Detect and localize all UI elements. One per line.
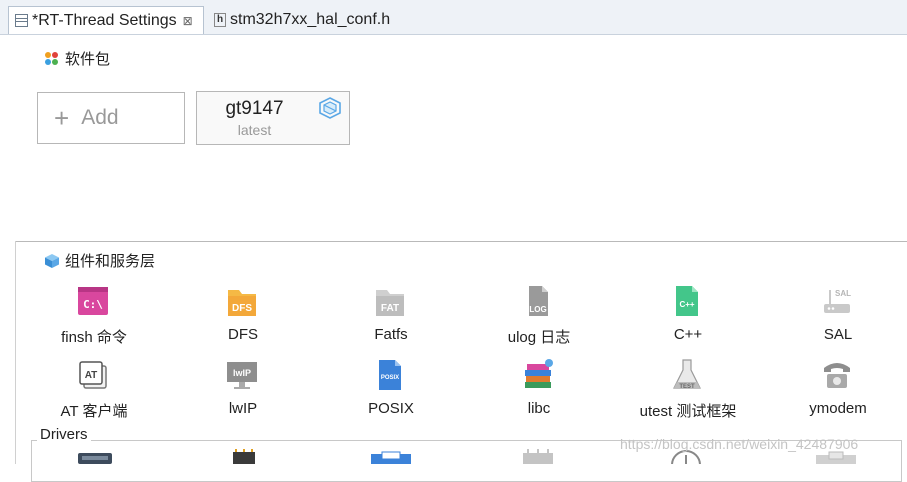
at-client-icon: AT: [79, 361, 107, 389]
component-label: lwIP: [228, 400, 258, 417]
components-title: 组件和服务层: [65, 253, 156, 270]
component-fatfs[interactable]: FAT Fatfs: [316, 280, 466, 350]
settings-file-icon: [15, 14, 28, 27]
component-dfs[interactable]: DFS DFS: [168, 280, 318, 350]
component-label: AT 客户端: [60, 403, 128, 420]
finsh-terminal-icon: C:\: [78, 287, 108, 315]
cpp-file-icon: C++: [676, 286, 698, 316]
tab-rt-thread-settings[interactable]: *RT-Thread Settings ⊠: [8, 6, 204, 34]
components-section-title: 组件和服务层: [45, 250, 155, 271]
component-label: Fatfs: [374, 326, 408, 343]
packages-title: 软件包: [65, 51, 111, 68]
component-utest[interactable]: TEST utest 测试框架: [613, 354, 763, 424]
sal-router-icon: SAL: [824, 289, 851, 313]
posix-file-icon: POSIX: [379, 360, 401, 390]
editor-tab-bar: *RT-Thread Settings ⊠ h stm32h7xx_hal_co…: [0, 0, 907, 35]
lwip-monitor-icon: lwIP: [227, 362, 257, 389]
component-at-client[interactable]: AT AT 客户端: [19, 354, 169, 424]
tab-label: *RT-Thread Settings: [32, 11, 177, 29]
component-label: ulog 日志: [507, 329, 571, 346]
svg-text:SAL: SAL: [835, 289, 851, 298]
component-finsh[interactable]: C:\ finsh 命令: [19, 280, 169, 350]
component-label: ymodem: [809, 400, 867, 417]
package-name: gt9147: [225, 98, 284, 119]
component-label: DFS: [228, 326, 258, 343]
component-lwip[interactable]: lwIP lwIP: [168, 354, 318, 424]
left-border: [15, 241, 16, 464]
cube-icon: [45, 253, 59, 268]
component-sal[interactable]: SAL SAL: [763, 280, 907, 350]
svg-text:AT: AT: [85, 370, 98, 381]
libc-books-icon: [525, 359, 553, 388]
header-file-icon: h: [214, 13, 226, 27]
svg-text:FAT: FAT: [381, 303, 399, 314]
component-cpp[interactable]: C++ C++: [613, 280, 763, 350]
add-package-button[interactable]: + Add: [37, 92, 185, 144]
package-cube-icon: [319, 97, 341, 119]
tab-label: stm32h7xx_hal_conf.h: [230, 11, 391, 28]
component-label: SAL: [823, 326, 853, 343]
svg-text:DFS: DFS: [232, 303, 252, 314]
add-label: Add: [81, 106, 119, 129]
section-divider: [15, 241, 907, 242]
component-label: utest 测试框架: [639, 403, 737, 420]
component-libc[interactable]: libc: [464, 354, 614, 424]
svg-text:TEST: TEST: [679, 384, 695, 390]
component-ulog[interactable]: LOG ulog 日志: [464, 280, 614, 350]
sfud-flash-icon[interactable]: [520, 449, 556, 464]
utest-flask-icon: TEST: [673, 359, 701, 390]
plus-icon: +: [54, 103, 70, 133]
component-label: finsh 命令: [61, 329, 127, 346]
component-posix[interactable]: POSIX POSIX: [316, 354, 466, 424]
chip-icon[interactable]: [227, 449, 261, 464]
fatfs-icon: FAT: [376, 290, 404, 316]
can-bus-icon[interactable]: [370, 449, 412, 464]
component-label: libc: [527, 400, 551, 417]
dfs-folder-icon: DFS: [228, 290, 256, 316]
component-label: C++: [673, 326, 703, 343]
close-tab-icon[interactable]: ⊠: [183, 14, 193, 28]
component-label: POSIX: [368, 400, 414, 417]
serial-port-icon[interactable]: [77, 449, 113, 464]
svg-text:lwIP: lwIP: [233, 368, 251, 378]
svg-text:C:\: C:\: [83, 298, 103, 311]
packages-section-title: 软件包: [45, 48, 110, 69]
svg-text:LOG: LOG: [529, 305, 546, 314]
drivers-title: Drivers: [37, 426, 91, 443]
ymodem-phone-icon: [824, 363, 850, 388]
component-ymodem[interactable]: ymodem: [763, 354, 907, 424]
packages-icon: [45, 51, 59, 66]
package-card-gt9147[interactable]: gt9147 latest: [196, 91, 350, 145]
package-version: latest: [237, 122, 272, 138]
svg-text:POSIX: POSIX: [381, 375, 399, 381]
svg-text:C++: C++: [679, 300, 694, 309]
watermark-text: https://blog.csdn.net/weixin_42487906: [620, 436, 859, 452]
ulog-file-icon: LOG: [529, 286, 548, 316]
tab-stm32h7xx-hal-conf[interactable]: h stm32h7xx_hal_conf.h: [208, 6, 408, 34]
